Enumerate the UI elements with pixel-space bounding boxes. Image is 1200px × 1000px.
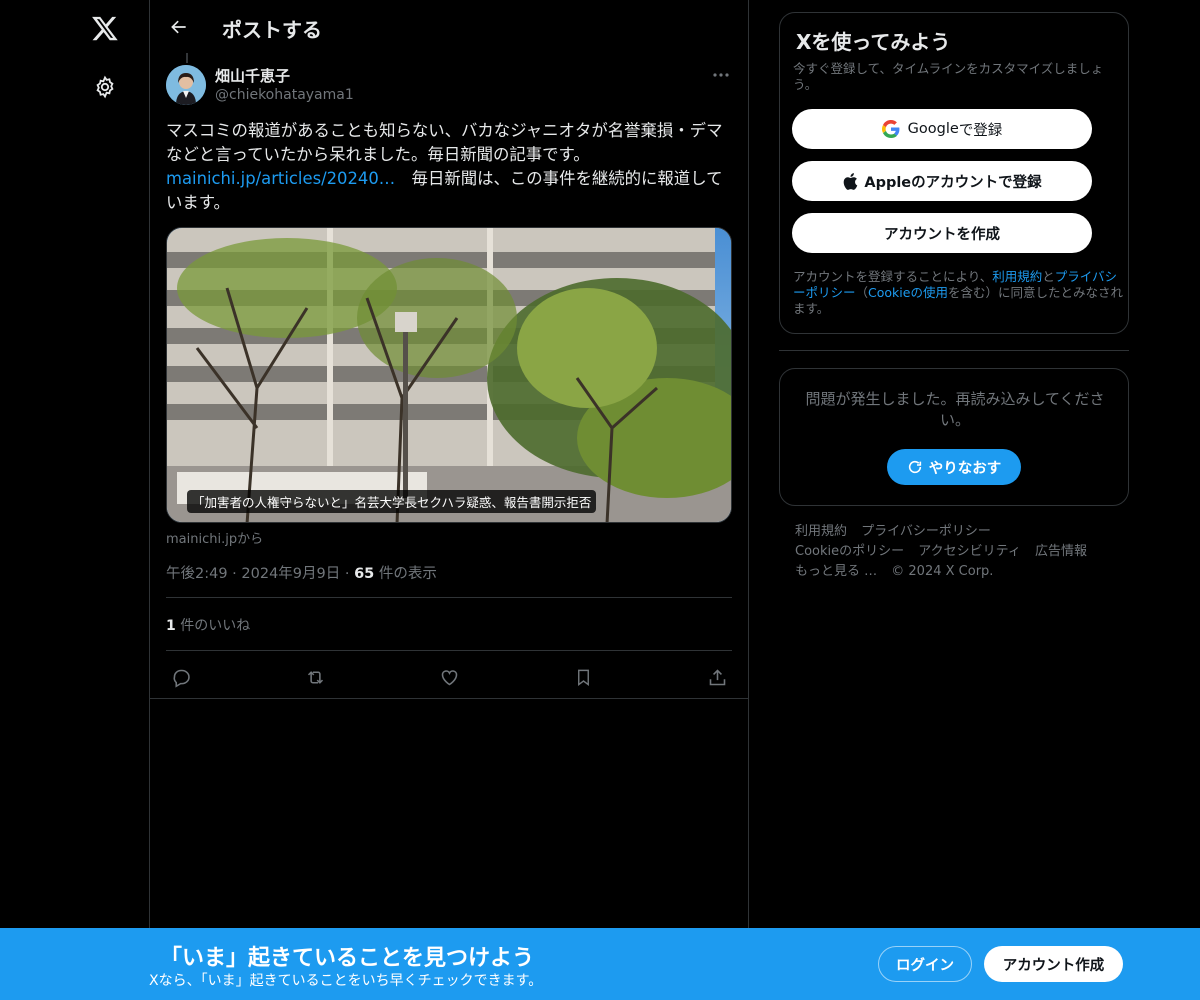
bookmark-icon[interactable] [568, 662, 598, 692]
footer-link-terms[interactable]: 利用規約 [795, 524, 847, 539]
card-source: mainichi.jpから [166, 532, 264, 547]
login-button[interactable]: ログイン [878, 946, 972, 982]
bottom-bar-subtitle: Xなら、「いま」起きていることをいち早くチェックできます。 [149, 973, 543, 989]
repost-icon[interactable] [300, 662, 330, 692]
footer-links: 利用規約 プライバシーポリシー Cookieのポリシー アクセシビリティ 広告情… [795, 522, 1115, 582]
signup-subtitle: 今すぐ登録して、タイムラインをカスタマイズしましょう。 [793, 61, 1104, 92]
apple-signup-label: Appleのアカウントで登録 [864, 174, 1042, 191]
main-column: ポストする 畑山千恵子 @chiekohatayama1 マスコミの報道があるこ… [149, 0, 749, 1000]
post-text: マスコミの報道があることも知らない、バカなジャニオタが名誉棄損・デマなどと言って… [166, 119, 736, 215]
terms-notice: アカウントを登録することにより、利用規約とプライバシーポリシー（Cookieの使… [793, 269, 1123, 317]
signup-panel: Xを使ってみよう 今すぐ登録して、タイムラインをカスタマイズしましょう。 Goo… [779, 12, 1129, 334]
right-divider [779, 350, 1129, 351]
create-account-button[interactable]: アカウントを作成 [792, 213, 1092, 253]
retry-label: やりなおす [928, 460, 1002, 477]
google-signup-button[interactable]: Google で登録 [792, 109, 1092, 149]
apple-signup-button[interactable]: Appleのアカウントで登録 [792, 161, 1092, 201]
bottom-bar-title: 「いま」起きていることを見つけよう [160, 946, 535, 971]
footer-row: Cookieのポリシー アクセシビリティ 広告情報 [795, 542, 1115, 562]
footer-link-cookie[interactable]: Cookieのポリシー [795, 544, 904, 559]
post-article-link[interactable]: mainichi.jp/articles/20240… [166, 169, 395, 188]
google-icon [881, 120, 900, 138]
card-image [167, 228, 731, 522]
bottom-signup-bar: 「いま」起きていることを見つけよう Xなら、「いま」起きていることをいち早くチェ… [0, 928, 1200, 1000]
create-account-label: アカウントを作成 [884, 226, 1000, 243]
divider [166, 597, 732, 598]
footer-row: もっと見る … © 2024 X Corp. [795, 562, 1115, 582]
google-suffix: で登録 [958, 122, 1003, 139]
footer-link-more[interactable]: もっと見る … [795, 564, 877, 579]
post-header: ポストする [150, 0, 748, 53]
footer-copyright: © 2024 X Corp. [891, 564, 994, 579]
thread-connector-line [186, 53, 188, 63]
terms-and: と [1042, 269, 1055, 284]
card-caption: 「加害者の人権守らないと」名芸大学長セクハラ疑惑、報告書開示拒否 [187, 490, 597, 513]
page-title: ポストする [222, 18, 322, 42]
meta-separator: · [232, 566, 237, 582]
error-panel: 問題が発生しました。再読み込みしてください。 やりなおす [779, 368, 1129, 506]
share-icon[interactable] [702, 662, 732, 692]
likes-label: 件のいいね [175, 618, 251, 634]
likes-count: 1 [166, 618, 176, 634]
post-meta: 午後2:49 · 2024年9月9日 · 65 件の表示 [166, 562, 437, 583]
error-message: 問題が発生しました。再読み込みしてください。 [805, 390, 1105, 429]
like-heart-icon[interactable] [434, 662, 464, 692]
post-bottom-divider [150, 698, 748, 699]
google-brand: Google [907, 121, 959, 137]
views-label: 件の表示 [374, 566, 437, 582]
cookie-use-link[interactable]: Cookieの使用 [868, 285, 948, 300]
settings-gear-icon[interactable] [82, 64, 128, 110]
more-options-icon[interactable] [706, 62, 736, 88]
signup-title: Xを使ってみよう [796, 30, 951, 54]
post-date[interactable]: 2024年9月9日 [241, 566, 340, 582]
back-arrow-icon[interactable] [162, 10, 196, 44]
link-card[interactable]: 「加害者の人権守らないと」名芸大学長セクハラ疑惑、報告書開示拒否 [166, 227, 732, 523]
left-nav [60, 0, 150, 1000]
bottom-create-account-button[interactable]: アカウント作成 [984, 946, 1123, 982]
views-count: 65 [354, 566, 375, 582]
apple-icon [844, 172, 858, 190]
refresh-icon [908, 460, 921, 474]
terms-of-service-link[interactable]: 利用規約 [992, 269, 1042, 284]
author-name[interactable]: 畑山千恵子 [215, 65, 290, 86]
meta-separator: · [344, 566, 350, 582]
x-logo-icon[interactable] [82, 5, 128, 51]
post-time[interactable]: 午後2:49 [166, 566, 228, 582]
terms-prefix: アカウントを登録することにより、 [793, 269, 993, 284]
footer-link-ads[interactable]: 広告情報 [1035, 544, 1087, 559]
retry-button[interactable]: やりなおす [887, 449, 1021, 485]
reply-icon[interactable] [166, 662, 196, 692]
terms-paren: （ [855, 285, 869, 300]
footer-row: 利用規約 プライバシーポリシー [795, 522, 1115, 542]
footer-link-accessibility[interactable]: アクセシビリティ [918, 544, 1021, 559]
author-handle[interactable]: @chiekohatayama1 [215, 87, 354, 103]
author-avatar[interactable] [166, 65, 206, 105]
likes-summary[interactable]: 1 件のいいね [166, 615, 250, 635]
divider [166, 650, 732, 651]
footer-link-privacy[interactable]: プライバシーポリシー [861, 524, 991, 539]
post-text-part1: マスコミの報道があることも知らない、バカなジャニオタが名誉棄損・デマなどと言って… [166, 121, 723, 164]
